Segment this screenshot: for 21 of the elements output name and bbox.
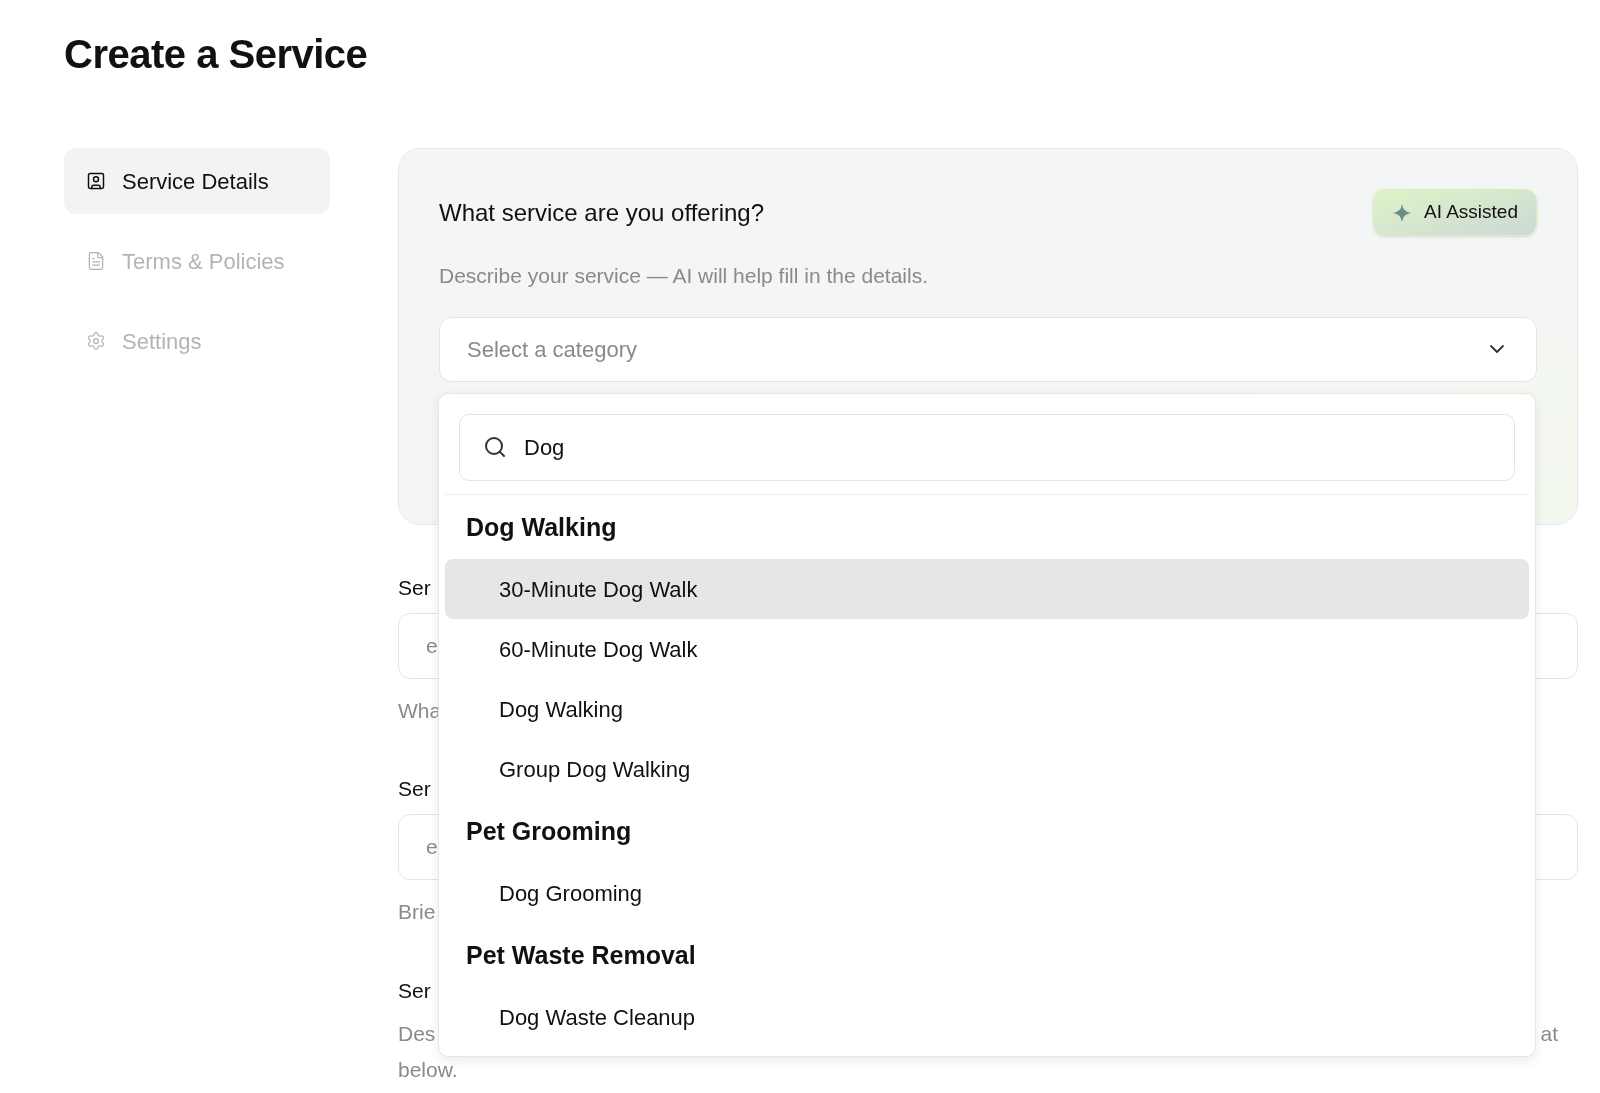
field-description: below. xyxy=(398,1056,458,1083)
field-label: Ser xyxy=(398,776,431,802)
field-description: Des xyxy=(398,1020,436,1047)
field-hint: Brie xyxy=(398,899,436,925)
group-heading: Pet Waste Removal xyxy=(465,940,697,971)
group-heading: Dog Walking xyxy=(465,512,618,543)
card-description: Describe your service — AI will help fill in the details. xyxy=(439,263,930,289)
search-field[interactable]: Dog xyxy=(459,414,1515,481)
dropdown-option[interactable]: 30-Minute Dog Walk xyxy=(445,559,1529,619)
card-heading: What service are you offering? xyxy=(439,197,765,228)
field-label: Ser xyxy=(398,977,431,1004)
document-icon xyxy=(86,251,106,271)
search-icon xyxy=(483,435,507,459)
sidebar-item[interactable]: Service Details xyxy=(64,148,330,214)
field-description: at xyxy=(1540,1020,1558,1047)
ai-assisted-badge: AI Assisted xyxy=(1373,189,1537,236)
page-title: Create a Service xyxy=(64,31,368,78)
field-label: Ser xyxy=(398,574,431,601)
profile-icon xyxy=(86,171,106,191)
group-heading: Pet Grooming xyxy=(465,816,633,847)
settings-icon xyxy=(86,331,106,351)
